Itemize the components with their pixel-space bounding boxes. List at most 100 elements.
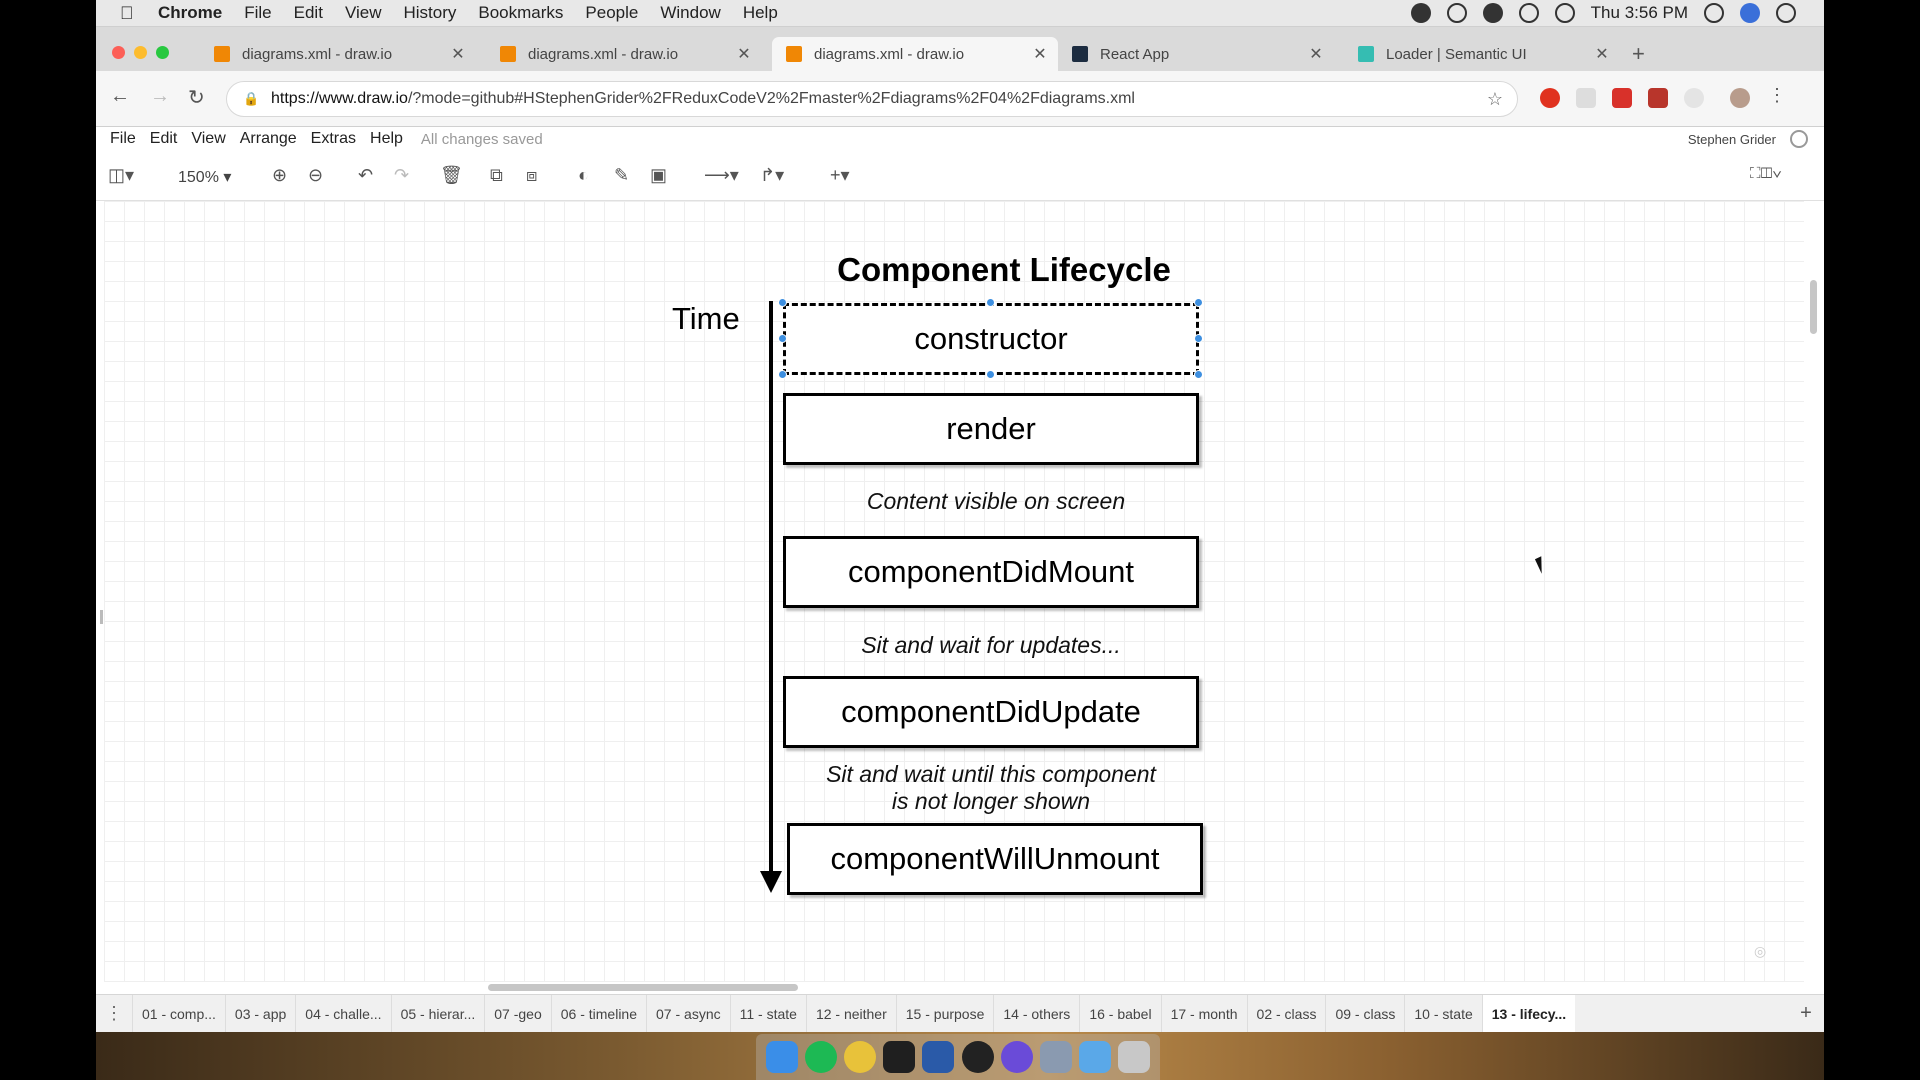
trash-icon[interactable] (1118, 1041, 1151, 1073)
line-color-icon[interactable]: ✎ (614, 165, 629, 186)
menu-people[interactable]: People (585, 3, 638, 23)
resize-handle[interactable] (778, 298, 787, 307)
resize-handle[interactable] (986, 298, 995, 307)
page-tab[interactable]: 09 - class (1325, 994, 1404, 1033)
docker-icon[interactable] (1482, 3, 1503, 23)
zoom-window-icon[interactable] (156, 46, 169, 59)
menu-app-name[interactable]: Chrome (158, 3, 222, 23)
page-tab[interactable]: 07 - async (646, 994, 730, 1033)
page-tab[interactable]: 17 - month (1160, 994, 1247, 1033)
diagram-canvas[interactable]: Component Lifecycle Time constructor ren… (104, 201, 1804, 982)
browser-tab[interactable]: diagrams.xml - draw.io ✕ (200, 37, 476, 71)
menu-edit[interactable]: Edit (294, 3, 323, 23)
menu-view[interactable]: View (345, 3, 382, 23)
zoom-out-icon[interactable]: ⊖ (308, 165, 323, 186)
page-tab[interactable]: 10 - state (1404, 994, 1481, 1033)
user-menu[interactable]: Stephen Grider (1688, 132, 1776, 147)
extension-icon[interactable] (1684, 88, 1704, 108)
minimize-window-icon[interactable] (134, 46, 147, 59)
opera-extension-icon[interactable] (1540, 88, 1560, 108)
new-tab-plus-icon[interactable]: + (1632, 41, 1645, 67)
spotify-icon[interactable] (804, 1041, 837, 1073)
drawio-menu-help[interactable]: Help (370, 130, 403, 148)
page-tab[interactable]: 07 -geo (484, 994, 550, 1033)
redo-icon[interactable]: ↷ (394, 165, 409, 186)
close-tab-icon[interactable]: ✕ (734, 44, 754, 64)
drawio-menu-view[interactable]: View (191, 130, 225, 148)
finder-icon[interactable] (765, 1041, 798, 1073)
app-icon[interactable] (1000, 1041, 1033, 1073)
delete-icon[interactable]: 🗑 (440, 165, 463, 186)
reload-icon[interactable]: ↻ (188, 85, 205, 110)
page-tab[interactable]: 04 - challe... (295, 994, 390, 1033)
battery-icon[interactable] (1554, 3, 1575, 23)
close-tab-icon[interactable]: ✕ (1030, 44, 1050, 64)
browser-tab[interactable]: diagrams.xml - draw.io ✕ (486, 37, 762, 71)
page-tab[interactable]: 15 - purpose (895, 994, 994, 1033)
menu-bookmarks[interactable]: Bookmarks (478, 3, 563, 23)
shadow-icon[interactable]: ▣ (650, 165, 667, 186)
menu-file[interactable]: File (244, 3, 271, 23)
menu-window[interactable]: Window (660, 3, 720, 23)
url-text[interactable]: https://www.draw.io/?mode=github#HStephe… (271, 90, 1487, 108)
drawio-menu-file[interactable]: File (110, 130, 136, 148)
page-tab[interactable]: 12 - neither (805, 994, 896, 1033)
zoom-in-icon[interactable]: ⊕ (272, 165, 287, 186)
component-did-mount-box[interactable]: componentDidMount (783, 536, 1199, 608)
constructor-box[interactable]: constructor (783, 303, 1199, 375)
menu-history[interactable]: History (403, 3, 456, 23)
fullscreen-icon[interactable]: ⛶◫∨ (1750, 165, 1782, 182)
menu-help[interactable]: Help (743, 3, 778, 23)
page-tab[interactable]: 03 - app (224, 994, 295, 1033)
add-page-plus-icon[interactable]: + (1788, 1002, 1824, 1025)
to-back-icon[interactable]: ⧈ (526, 165, 537, 186)
page-tab[interactable]: 01 - comp... (132, 994, 225, 1033)
note-wait-unmount[interactable]: Sit and wait until this component is not… (731, 761, 1251, 815)
status-app-icon[interactable] (1410, 3, 1431, 23)
wifi-icon[interactable] (1518, 3, 1539, 23)
page-tab[interactable]: 11 - state (729, 994, 806, 1033)
insert-plus-icon[interactable]: +▾ (830, 165, 850, 186)
back-arrow-icon[interactable]: ← (110, 85, 130, 108)
page-tab[interactable]: 06 - timeline (550, 994, 646, 1033)
apple-icon[interactable]:  (120, 3, 140, 24)
globe-icon[interactable] (1790, 130, 1808, 148)
note-content-visible[interactable]: Content visible on screen (736, 488, 1256, 515)
drawio-menu-arrange[interactable]: Arrange (240, 130, 297, 148)
notification-list-icon[interactable] (1776, 3, 1796, 23)
siri-icon[interactable] (1740, 3, 1760, 23)
resize-handle[interactable] (986, 370, 995, 379)
horizontal-scrollbar[interactable] (488, 984, 798, 991)
component-did-update-box[interactable]: componentDidUpdate (783, 676, 1199, 748)
waypoints-icon[interactable]: ↱▾ (760, 165, 784, 186)
folder-icon[interactable] (1079, 1041, 1112, 1073)
resize-handle[interactable] (1194, 298, 1203, 307)
url-omnibox[interactable]: 🔒 https://www.draw.io/?mode=github#HStep… (226, 81, 1518, 117)
drawio-menu-extras[interactable]: Extras (311, 130, 356, 148)
close-tab-icon[interactable]: ✕ (448, 44, 468, 64)
resize-handle[interactable] (1194, 334, 1203, 343)
app-icon[interactable] (1039, 1041, 1072, 1073)
page-tab[interactable]: 16 - babel (1079, 994, 1160, 1033)
page-tab[interactable]: 05 - hierar... (390, 994, 485, 1033)
terminal-icon[interactable] (883, 1041, 916, 1073)
close-window-icon[interactable] (112, 46, 125, 59)
obs-icon[interactable] (961, 1041, 994, 1073)
resize-handle[interactable] (778, 334, 787, 343)
spotlight-search-icon[interactable] (1704, 3, 1724, 23)
format-panel-icon[interactable]: ◫▾ (108, 165, 134, 186)
note-wait-updates[interactable]: Sit and wait for updates... (731, 632, 1251, 659)
zoom-select[interactable]: 150% ▾ (178, 167, 231, 187)
page-tab[interactable]: 13 - lifecy... (1481, 994, 1576, 1033)
close-tab-icon[interactable]: ✕ (1306, 44, 1326, 64)
browser-tab[interactable]: Loader | Semantic UI ✕ (1344, 37, 1620, 71)
sidebar-collapse-handle[interactable] (100, 610, 103, 624)
page-tab[interactable]: 14 - others (993, 994, 1079, 1033)
extension-icon[interactable] (1612, 88, 1632, 108)
ublock-extension-icon[interactable] (1648, 88, 1668, 108)
css-extension-icon[interactable] (1576, 88, 1596, 108)
component-will-unmount-box[interactable]: componentWillUnmount (787, 823, 1203, 895)
bookmark-star-icon[interactable]: ☆ (1487, 89, 1503, 110)
render-box[interactable]: render (783, 393, 1199, 465)
undo-icon[interactable]: ↶ (358, 165, 373, 186)
